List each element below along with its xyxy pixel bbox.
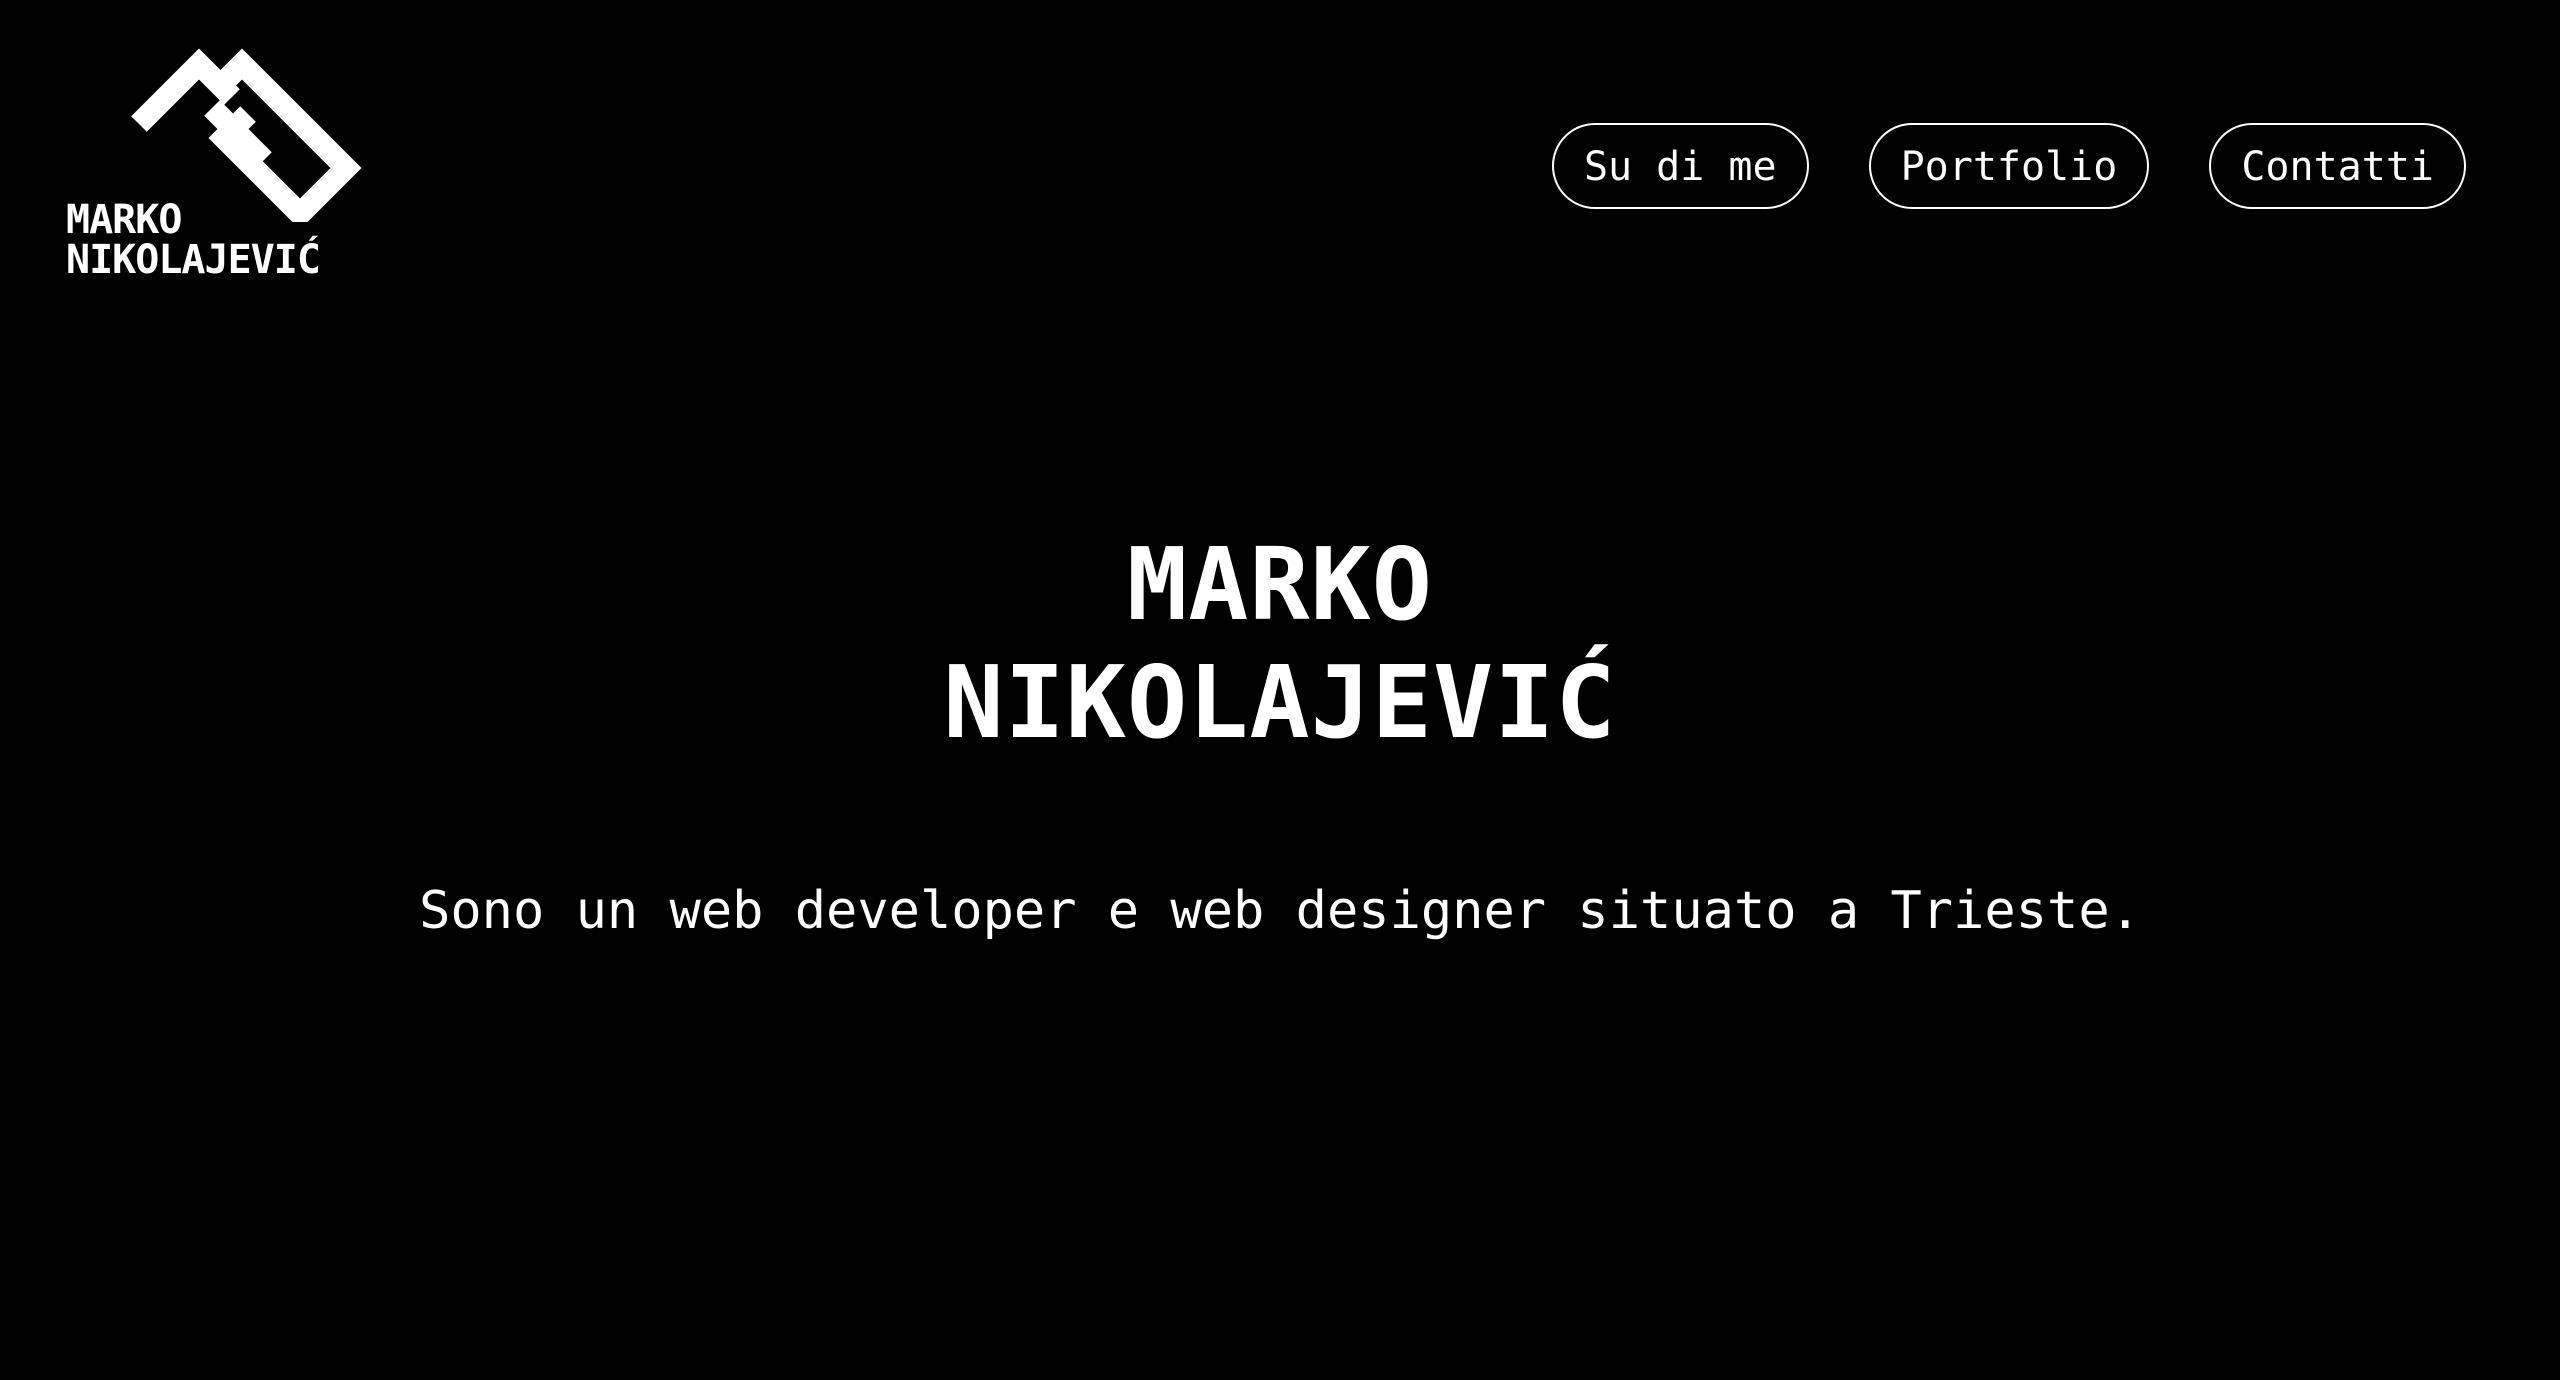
mn-monogram-icon [131,48,362,222]
hero-subtitle: Sono un web developer e web designer sit… [419,881,2141,941]
logo-line-first-name: MARKO [66,197,182,243]
nav-portfolio-button[interactable]: Portfolio [1868,123,2150,209]
page: MARKO NIKOLAJEVIĆ Su di me Portfolio Con… [0,0,2560,1380]
logo-line-last-name: NIKOLAJEVIĆ [66,237,321,283]
hero-title-first-name: MARKO [1126,526,1434,643]
home-logo-link[interactable]: MARKO NIKOLAJEVIĆ [64,46,374,296]
logo-wordmark: MARKO NIKOLAJEVIĆ [66,197,321,283]
nav-contacts-button[interactable]: Contatti [2209,123,2466,209]
hero-title-last-name: NIKOLAJEVIĆ [943,644,1617,761]
main-nav: Su di me Portfolio Contatti [1551,123,2466,209]
hero-title: MARKO NIKOLAJEVIĆ [0,526,2560,762]
nav-about-button[interactable]: Su di me [1551,123,1809,209]
